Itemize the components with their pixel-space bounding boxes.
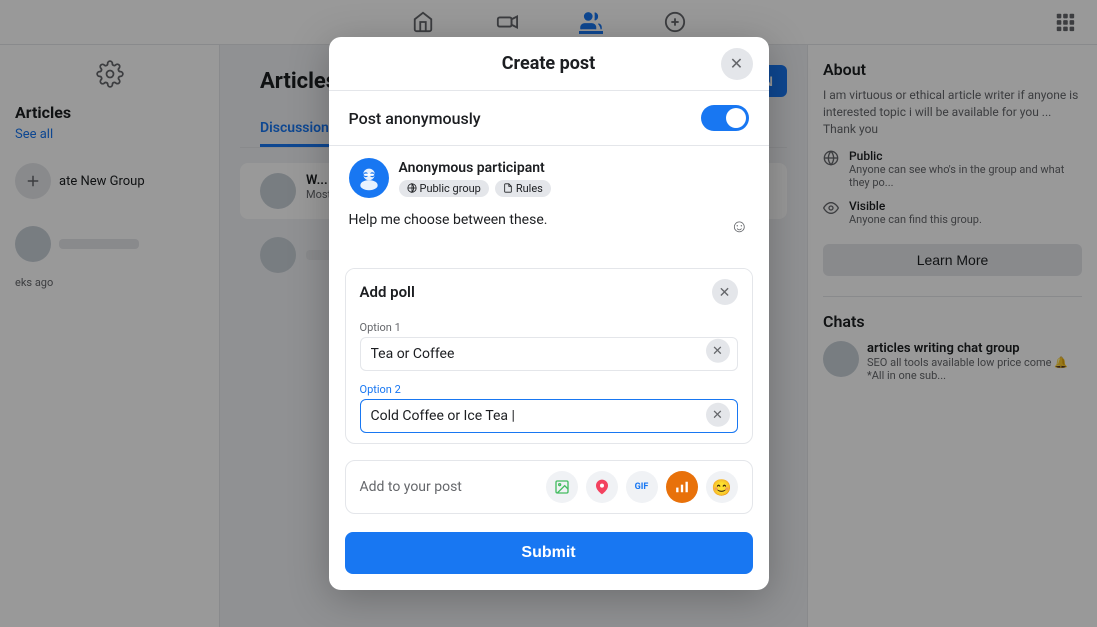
- poll-option-2-wrap: Option 2 ✕: [346, 377, 752, 443]
- add-poll-icon[interactable]: [666, 471, 698, 503]
- modal-title: Create post: [502, 53, 595, 74]
- poll-option-1-wrap: Option 1 ✕: [346, 315, 752, 377]
- poll-option2-remove-button[interactable]: ✕: [706, 403, 730, 427]
- poll-title: Add poll: [360, 283, 415, 301]
- public-group-tag[interactable]: Public group: [399, 180, 489, 197]
- add-to-post-label: Add to your post: [360, 479, 462, 495]
- add-location-icon[interactable]: [586, 471, 618, 503]
- anonymous-toggle[interactable]: [701, 105, 749, 131]
- poll-close-button[interactable]: ✕: [712, 279, 738, 305]
- poll-option1-input[interactable]: [360, 337, 738, 371]
- modal-overlay: Create post ✕ Post anonymously Anonymous…: [0, 0, 1097, 627]
- add-to-post-row: Add to your post GIF 😊: [345, 460, 753, 514]
- user-tags: Public group Rules: [399, 180, 551, 197]
- anonymous-label: Post anonymously: [349, 109, 481, 128]
- add-emoji-icon[interactable]: 😊: [706, 471, 738, 503]
- anonymous-row: Post anonymously: [329, 91, 769, 146]
- add-photo-icon[interactable]: [546, 471, 578, 503]
- poll-option2-label: Option 2: [360, 383, 738, 396]
- emoji-button-textarea[interactable]: ☺: [730, 216, 748, 237]
- add-gif-icon[interactable]: GIF: [626, 471, 658, 503]
- submit-button[interactable]: Submit: [345, 532, 753, 574]
- textarea-wrap: ☺: [329, 204, 769, 260]
- poll-section: Add poll ✕ Option 1 ✕ Option 2 ✕: [345, 268, 753, 444]
- user-avatar: [349, 158, 389, 198]
- user-name: Anonymous participant: [399, 160, 551, 176]
- user-details: Anonymous participant Public group Rules: [399, 160, 551, 197]
- post-textarea[interactable]: [349, 212, 749, 252]
- poll-option2-input[interactable]: [360, 399, 738, 433]
- add-icons: GIF 😊: [546, 471, 738, 503]
- user-info-row: Anonymous participant Public group Rules: [329, 146, 769, 204]
- poll-option1-remove-button[interactable]: ✕: [706, 339, 730, 363]
- modal-header: Create post ✕: [329, 37, 769, 91]
- create-post-modal: Create post ✕ Post anonymously Anonymous…: [329, 37, 769, 590]
- modal-close-button[interactable]: ✕: [721, 48, 753, 80]
- submit-row: Submit: [329, 522, 769, 590]
- poll-header: Add poll ✕: [346, 269, 752, 315]
- poll-option1-label: Option 1: [360, 321, 738, 334]
- toggle-knob: [726, 108, 746, 128]
- rules-tag[interactable]: Rules: [495, 180, 551, 197]
